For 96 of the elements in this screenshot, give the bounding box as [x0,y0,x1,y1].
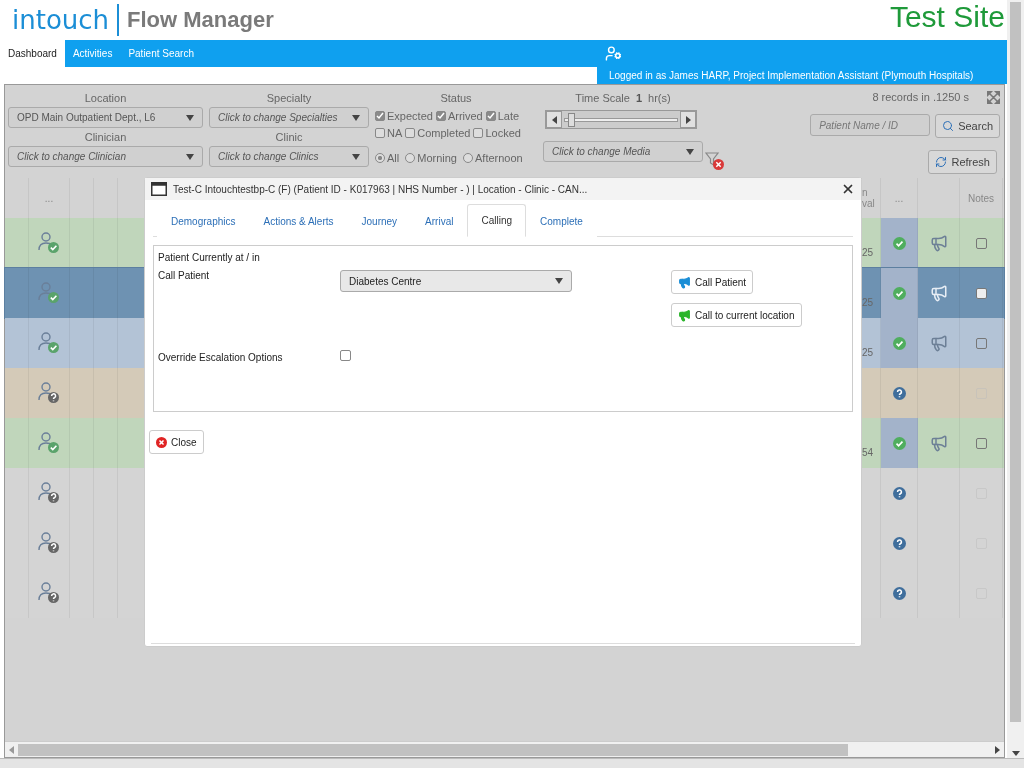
caret-icon [186,153,194,160]
close-icon [156,436,167,448]
column-header: Notes [967,192,995,204]
field-label: Location [83,91,128,106]
caret-icon [352,114,360,121]
search-button[interactable]: Search [935,114,1000,138]
scrollbar-thumb[interactable] [18,743,848,756]
time-scale-slider[interactable] [545,110,697,129]
time-scale-value: 1 [635,92,643,106]
field-label: Clinician [83,130,128,145]
field-label: Status [439,91,473,106]
override-label: Override Escalation Options [158,352,284,365]
media-select[interactable]: Click to change Media [543,141,703,162]
call-patient-button[interactable]: Call Patient [671,270,754,294]
scroll-down-icon[interactable] [1011,751,1020,756]
slider-right-button[interactable] [680,111,696,128]
nav-tab[interactable]: Patient Search [120,40,202,67]
status-checkbox[interactable] [435,110,446,121]
nav-tab[interactable]: Activities [64,40,121,67]
window-icon [151,182,167,196]
status-checkbox[interactable] [405,127,416,138]
field-label: Clinic [274,130,304,145]
table-cell: 25 [862,297,874,308]
arrow-right-icon [685,115,691,124]
time-scale-unit: hr(s) [648,92,671,106]
call-patient-label: Call Patient [158,270,211,283]
close-button[interactable]: Close [149,430,204,454]
refresh-icon [935,156,948,168]
column-header: ... [44,192,54,204]
logo-product: Flow Manager [127,7,274,33]
notes-checkbox[interactable] [975,237,987,249]
expand-icon[interactable] [987,90,1000,104]
clinician-select[interactable]: Click to change Clinician [8,146,203,167]
megaphone-icon [678,275,691,289]
column-header: ... [894,192,904,204]
caret-icon [186,114,194,121]
table-cell: 25 [862,347,874,358]
records-count: 8 records in .1250 s [872,91,969,103]
user-settings-icon[interactable] [605,45,622,62]
caret-icon [686,148,694,155]
search-icon [942,120,955,132]
scroll-left-icon[interactable] [9,745,14,754]
scroll-right-icon[interactable] [995,745,1000,754]
megaphone-icon[interactable] [929,334,948,352]
radio-label: All [387,151,400,164]
checkbox-label: Completed [417,126,471,139]
time-scale-label: Time Scale [575,92,630,106]
checkbox-label: Expected [387,109,433,122]
slider-thumb[interactable] [567,112,575,127]
megaphone-icon [678,308,691,322]
checkbox-label: Locked [485,126,521,139]
table-cell: 54 [862,447,874,458]
notes-checkbox[interactable] [975,287,987,299]
site-title: Test Site [889,0,1005,34]
dialog-tab[interactable]: Calling [467,204,526,237]
logged-in-text: Logged in as James HARP, Project Implementation Assistant (Plymouth Hospitals) [597,67,1007,84]
field-label: Specialty [265,91,313,106]
close-icon[interactable] [841,182,855,196]
status-checkbox[interactable] [375,110,385,121]
radio-label: Morning [417,151,457,164]
column-header-fragment: val [862,198,875,209]
checkbox-label: Arrived [447,109,483,122]
session-radio[interactable] [463,152,473,163]
dialog-title: Test-C Intouchtestbp-C (F) (Patient ID - K017963 | NHS Number - ) | Location - Clinic - CAN... [173,183,588,195]
megaphone-icon[interactable] [929,234,948,252]
checkbox-label: NA [387,126,403,139]
session-radio[interactable] [405,152,416,163]
caret-icon [352,153,360,160]
location-select[interactable]: OPD Main Outpatient Dept., L6 [8,107,203,128]
call-current-location-button[interactable]: Call to current location [671,303,802,327]
notes-checkbox[interactable] [975,337,987,349]
refresh-button[interactable]: Refresh [928,150,997,174]
checkbox-label: Late [497,109,520,122]
logo-brand: intouch [12,5,110,35]
notes-checkbox[interactable] [975,437,987,449]
caret-icon [555,278,563,284]
megaphone-icon[interactable] [929,434,948,452]
scrollbar-thumb[interactable] [1010,2,1021,722]
session-radio[interactable] [375,152,385,163]
status-checkbox[interactable] [473,127,484,138]
arrow-left-icon [551,115,557,124]
radio-label: Afternoon [475,151,523,164]
clear-filter-icon[interactable] [705,151,725,171]
panel-heading: Patient Currently at / in [158,252,261,265]
clinic-select[interactable]: Click to change Clinics [209,146,369,167]
table-cell: 25 [862,247,874,258]
status-checkbox[interactable] [485,110,496,121]
location-select[interactable]: Diabetes Centre [340,270,572,292]
nav-tab[interactable]: Dashboard [0,40,65,67]
column-header-fragment: n [862,187,868,198]
override-checkbox[interactable] [340,350,351,361]
megaphone-icon[interactable] [929,284,948,302]
status-checkbox[interactable] [375,127,385,138]
specialty-select[interactable]: Click to change Specialties [209,107,369,128]
slider-left-button[interactable] [546,111,562,128]
patient-search-field[interactable]: Patient Name / ID [810,114,931,136]
